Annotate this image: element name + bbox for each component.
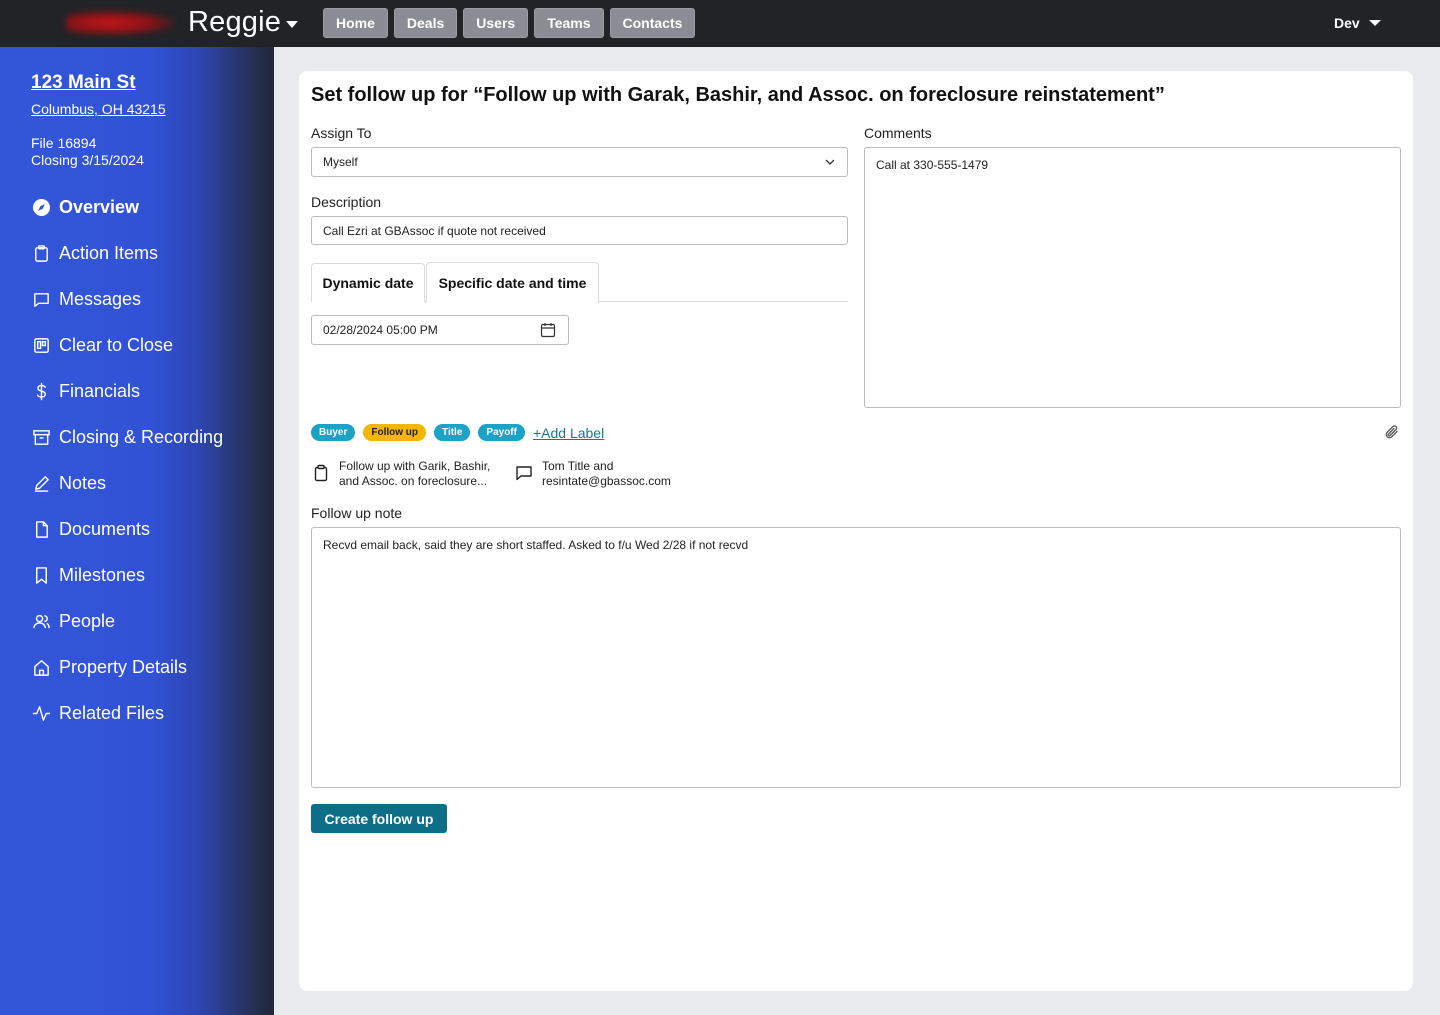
brand-name: Reggie bbox=[188, 6, 282, 38]
assign-to-label: Assign To bbox=[311, 125, 372, 141]
label-payoff[interactable]: Payoff bbox=[478, 424, 525, 441]
closing-date: Closing 3/15/2024 bbox=[31, 152, 144, 168]
label-follow-up[interactable]: Follow up bbox=[363, 424, 427, 441]
sidebar-item-clear-to-close[interactable]: Clear to Close bbox=[31, 322, 223, 368]
nav-users-button[interactable]: Users bbox=[463, 8, 529, 38]
user-name: Dev bbox=[1334, 15, 1360, 31]
people-icon bbox=[31, 611, 51, 631]
sidebar: 123 Main St Columbus, OH 43215 File 1689… bbox=[0, 47, 274, 1015]
tab-specific-date-time[interactable]: Specific date and time bbox=[426, 262, 599, 303]
date-mode-tabs: Dynamic date Specific date and time bbox=[311, 262, 848, 303]
tab-dynamic-date[interactable]: Dynamic date bbox=[311, 263, 425, 302]
nav-teams-button[interactable]: Teams bbox=[534, 8, 604, 38]
message-icon bbox=[31, 289, 51, 309]
sidebar-nav: Overview Action Items Messages Clear to … bbox=[31, 184, 223, 736]
comments-textarea[interactable]: Call at 330-555-1479 bbox=[864, 147, 1401, 408]
chevron-down-icon bbox=[825, 159, 835, 165]
related-message[interactable]: Tom Title and resintate@gbassoc.com bbox=[542, 459, 671, 489]
message-icon bbox=[516, 466, 532, 481]
create-follow-up-button[interactable]: Create follow up bbox=[311, 804, 447, 833]
sidebar-item-milestones[interactable]: Milestones bbox=[31, 552, 223, 598]
sidebar-item-notes[interactable]: Notes bbox=[31, 460, 223, 506]
sidebar-item-label: Property Details bbox=[59, 656, 188, 677]
caret-down-icon bbox=[1368, 20, 1381, 26]
user-menu[interactable]: Dev bbox=[1334, 15, 1381, 31]
sidebar-item-label: Financials bbox=[59, 380, 141, 401]
description-value: Call Ezri at GBAssoc if quote not receiv… bbox=[323, 223, 546, 238]
sidebar-item-label: Messages bbox=[59, 288, 142, 309]
add-label-link[interactable]: +Add Label bbox=[533, 425, 604, 441]
clipboard-icon bbox=[31, 243, 51, 263]
sidebar-item-property-details[interactable]: Property Details bbox=[31, 644, 223, 690]
comments-value: Call at 330-555-1479 bbox=[876, 158, 989, 172]
label-buyer[interactable]: Buyer bbox=[311, 424, 356, 441]
assign-to-value: Myself bbox=[323, 155, 358, 169]
follow-up-form: Set follow up for “Follow up with Garak,… bbox=[299, 71, 1413, 991]
sidebar-item-label: Milestones bbox=[59, 564, 146, 585]
related-message-line2: resintate@gbassoc.com bbox=[542, 474, 671, 488]
main-nav: Home Deals Users Teams Contacts bbox=[323, 8, 696, 38]
sidebar-item-label: People bbox=[59, 610, 116, 631]
datetime-input[interactable]: 02/28/2024 05:00 PM bbox=[311, 315, 569, 345]
sidebar-item-label: Clear to Close bbox=[59, 334, 174, 355]
archive-icon bbox=[31, 427, 51, 447]
assign-to-select[interactable]: Myself bbox=[311, 147, 848, 177]
paperclip-icon[interactable] bbox=[1384, 423, 1400, 441]
bookmark-icon bbox=[31, 565, 51, 585]
description-label: Description bbox=[311, 194, 382, 210]
sidebar-item-label: Notes bbox=[59, 472, 107, 493]
sidebar-item-action-items[interactable]: Action Items bbox=[31, 230, 223, 276]
sidebar-item-label: Action Items bbox=[59, 242, 159, 263]
caret-down-icon bbox=[286, 21, 299, 28]
description-input[interactable]: Call Ezri at GBAssoc if quote not receiv… bbox=[311, 216, 848, 245]
dollar-icon bbox=[31, 381, 51, 401]
brand-menu[interactable]: Reggie bbox=[188, 6, 299, 39]
related-message-line1: Tom Title and bbox=[542, 459, 614, 473]
property-city-link[interactable]: Columbus, OH 43215 bbox=[31, 101, 166, 117]
nav-contacts-button[interactable]: Contacts bbox=[609, 8, 696, 38]
page-title: Set follow up for “Follow up with Garak,… bbox=[311, 84, 1165, 106]
datetime-value: 02/28/2024 05:00 PM bbox=[323, 323, 438, 337]
calendar-icon[interactable] bbox=[540, 322, 556, 338]
kanban-icon bbox=[31, 335, 51, 355]
sidebar-item-label: Related Files bbox=[59, 702, 165, 723]
sidebar-item-messages[interactable]: Messages bbox=[31, 276, 223, 322]
sidebar-item-label: Overview bbox=[59, 196, 140, 217]
sidebar-item-overview[interactable]: Overview bbox=[31, 184, 223, 230]
clipboard-icon bbox=[314, 464, 328, 482]
label-list: Buyer Follow up Title Payoff +Add Label bbox=[311, 424, 604, 441]
follow-up-note-label: Follow up note bbox=[311, 505, 403, 521]
company-logo[interactable] bbox=[66, 10, 176, 36]
related-action-line2: and Assoc. on foreclosure... bbox=[339, 474, 488, 488]
sidebar-item-financials[interactable]: Financials bbox=[31, 368, 223, 414]
sidebar-item-label: Documents bbox=[59, 518, 151, 539]
sidebar-item-related-files[interactable]: Related Files bbox=[31, 690, 223, 736]
sidebar-item-people[interactable]: People bbox=[31, 598, 223, 644]
activity-icon bbox=[31, 703, 51, 723]
comments-label: Comments bbox=[864, 125, 932, 141]
compass-icon bbox=[31, 197, 51, 217]
nav-deals-button[interactable]: Deals bbox=[393, 8, 458, 38]
follow-up-note-value: Recvd email back, said they are short st… bbox=[323, 538, 749, 552]
related-action-line1: Follow up with Garik, Bashir, bbox=[339, 459, 491, 473]
sidebar-item-documents[interactable]: Documents bbox=[31, 506, 223, 552]
follow-up-note-textarea[interactable]: Recvd email back, said they are short st… bbox=[311, 527, 1401, 788]
sidebar-item-closing-recording[interactable]: Closing & Recording bbox=[31, 414, 223, 460]
home-icon bbox=[31, 657, 51, 677]
property-address-link[interactable]: 123 Main St bbox=[31, 72, 136, 94]
related-action-item[interactable]: Follow up with Garik, Bashir, and Assoc.… bbox=[339, 459, 490, 489]
sidebar-item-label: Closing & Recording bbox=[59, 426, 224, 447]
pencil-icon bbox=[31, 473, 51, 493]
top-bar: Reggie Home Deals Users Teams Contacts D… bbox=[0, 0, 1440, 47]
nav-home-button[interactable]: Home bbox=[323, 8, 388, 38]
document-icon bbox=[31, 519, 51, 539]
file-number: File 16894 bbox=[31, 135, 97, 151]
label-title[interactable]: Title bbox=[434, 424, 471, 441]
